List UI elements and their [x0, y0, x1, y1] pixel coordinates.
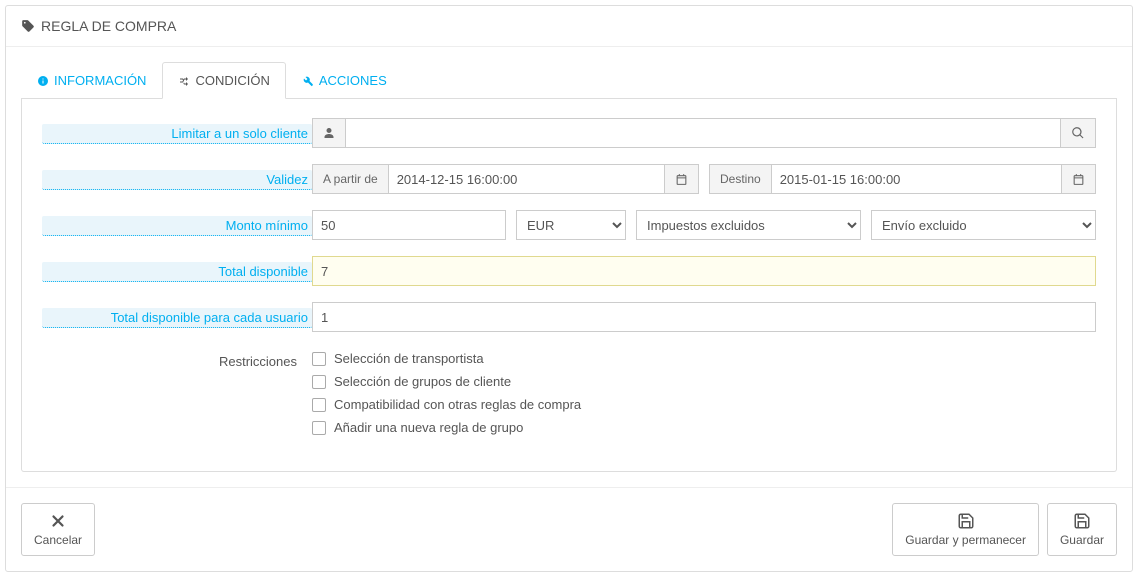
user-icon-addon	[312, 118, 345, 148]
save-button[interactable]: Guardar	[1047, 503, 1117, 556]
row-min-amount: Monto mínimo EUR Impuestos excluidos Env…	[42, 210, 1096, 240]
checkbox-carrier-row[interactable]: Selección de transportista	[312, 351, 1096, 366]
checkbox-compat[interactable]	[312, 398, 326, 412]
label-validity: Validez	[42, 170, 312, 190]
checkbox-add-group-row[interactable]: Añadir una nueva regla de grupo	[312, 420, 1096, 435]
input-limit-customer[interactable]	[345, 118, 1061, 148]
save-stay-button[interactable]: Guardar y permanecer	[892, 503, 1039, 556]
select-currency[interactable]: EUR	[516, 210, 626, 240]
tabs: INFORMACIÓN CONDICIÓN ACCIONES	[21, 62, 1117, 99]
label-to: Destino	[709, 164, 771, 194]
panel-header: REGLA DE COMPRA	[6, 6, 1132, 47]
input-validity-to[interactable]	[771, 164, 1062, 194]
tag-icon	[21, 19, 35, 33]
checkbox-add-group-label: Añadir una nueva regla de grupo	[334, 420, 523, 435]
select-tax[interactable]: Impuestos excluidos	[636, 210, 861, 240]
label-restrictions: Restricciones	[219, 354, 297, 369]
checkbox-compat-label: Compatibilidad con otras reglas de compr…	[334, 397, 581, 412]
save-icon	[957, 512, 975, 530]
info-icon	[37, 75, 49, 87]
input-per-user[interactable]	[312, 302, 1096, 332]
input-total-available[interactable]	[312, 256, 1096, 286]
tab-actions[interactable]: ACCIONES	[286, 62, 403, 99]
panel-footer: Cancelar Guardar y permanecer Guardar	[6, 487, 1132, 571]
checkbox-carrier[interactable]	[312, 352, 326, 366]
shuffle-icon	[178, 75, 190, 87]
label-from: A partir de	[312, 164, 388, 194]
tab-info-label: INFORMACIÓN	[54, 73, 146, 88]
close-icon	[49, 512, 67, 530]
tab-actions-label: ACCIONES	[319, 73, 387, 88]
checkbox-compat-row[interactable]: Compatibilidad con otras reglas de compr…	[312, 397, 1096, 412]
save-stay-label: Guardar y permanecer	[905, 533, 1026, 547]
save-icon	[1073, 512, 1091, 530]
label-total-available: Total disponible	[42, 262, 312, 282]
checkbox-groups-row[interactable]: Selección de grupos de cliente	[312, 374, 1096, 389]
label-per-user: Total disponible para cada usuario	[42, 308, 312, 328]
calendar-to-button[interactable]	[1062, 164, 1096, 194]
input-validity-from[interactable]	[388, 164, 665, 194]
checkbox-add-group[interactable]	[312, 421, 326, 435]
wrench-icon	[302, 75, 314, 87]
checkbox-groups-label: Selección de grupos de cliente	[334, 374, 511, 389]
row-restrictions: Restricciones Selección de transportista…	[42, 348, 1096, 435]
cart-rule-panel: REGLA DE COMPRA INFORMACIÓN CONDICIÓN AC…	[5, 5, 1133, 572]
input-min-amount[interactable]	[312, 210, 506, 240]
row-limit-customer: Limitar a un solo cliente	[42, 118, 1096, 148]
panel-title: REGLA DE COMPRA	[41, 18, 176, 34]
label-min-amount: Monto mínimo	[42, 216, 312, 236]
calendar-from-button[interactable]	[665, 164, 699, 194]
checkbox-carrier-label: Selección de transportista	[334, 351, 484, 366]
save-label: Guardar	[1060, 533, 1104, 547]
tab-condition[interactable]: CONDICIÓN	[162, 62, 285, 99]
search-customer-button[interactable]	[1061, 118, 1096, 148]
cancel-button[interactable]: Cancelar	[21, 503, 95, 556]
tab-content-condition: Limitar a un solo cliente	[21, 98, 1117, 472]
select-shipping[interactable]: Envío excluido	[871, 210, 1096, 240]
row-validity: Validez A partir de Destino	[42, 164, 1096, 194]
row-total-available: Total disponible	[42, 256, 1096, 286]
label-limit-customer: Limitar a un solo cliente	[42, 124, 312, 144]
cancel-label: Cancelar	[34, 533, 82, 547]
tab-condition-label: CONDICIÓN	[195, 73, 269, 88]
panel-body: INFORMACIÓN CONDICIÓN ACCIONES Limitar a…	[6, 47, 1132, 487]
checkbox-groups[interactable]	[312, 375, 326, 389]
row-per-user: Total disponible para cada usuario	[42, 302, 1096, 332]
tab-info[interactable]: INFORMACIÓN	[21, 62, 162, 99]
